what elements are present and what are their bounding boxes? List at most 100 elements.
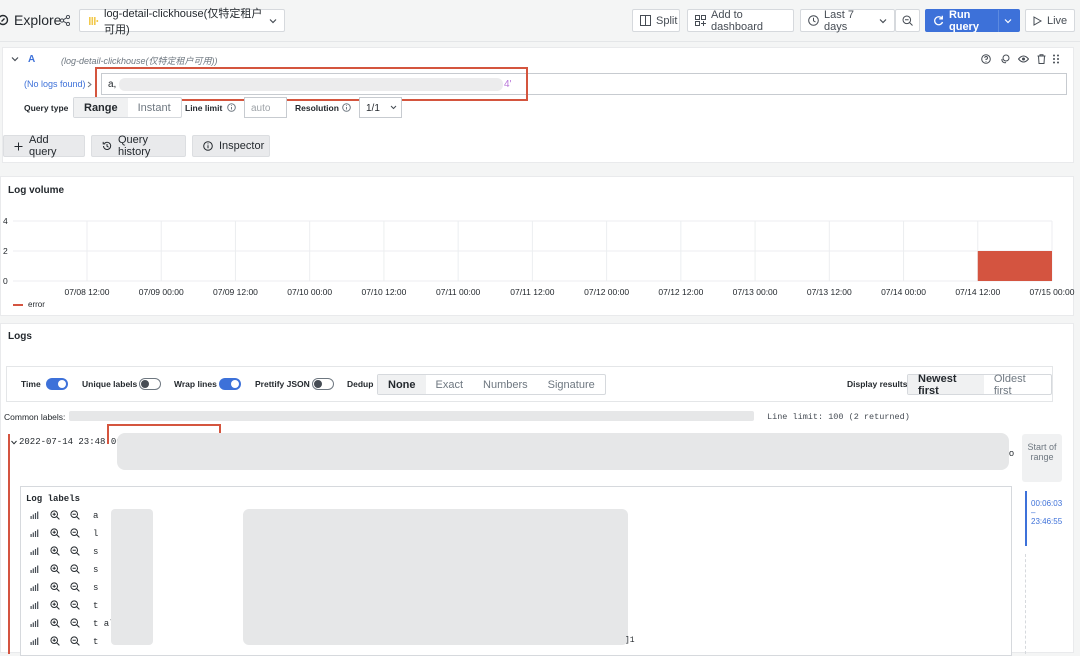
dedup-exact[interactable]: Exact <box>426 375 474 394</box>
expand-chevron-icon[interactable] <box>11 440 17 445</box>
legend-label-error[interactable]: error <box>28 300 45 309</box>
zoom-in-filter-icon[interactable] <box>50 528 60 540</box>
zoom-out-filter-icon[interactable] <box>70 528 80 540</box>
resolution-value: 1/1 <box>366 103 380 114</box>
logs-title: Logs <box>8 331 32 342</box>
run-query-button[interactable]: Run query <box>925 8 1020 33</box>
inspector-button[interactable]: Inspector <box>192 135 270 157</box>
eye-icon[interactable] <box>1018 55 1029 63</box>
log-labels-box: Log labels acles1s1s5tpt alPadID3t/ ]1 <box>20 486 1012 656</box>
live-label: Live <box>1047 14 1068 27</box>
x-tick-label: 07/11 12:00 <box>510 287 555 297</box>
stats-icon[interactable] <box>30 565 39 575</box>
stats-icon[interactable] <box>30 529 39 539</box>
range-option[interactable]: Range <box>74 98 128 117</box>
x-tick-label: 07/11 00:00 <box>436 287 481 297</box>
no-logs-found-label[interactable]: (No logs found) <box>24 79 86 89</box>
wrap-lines-toggle[interactable] <box>219 378 241 390</box>
range-indicator[interactable]: 00:06:03 – 23:46:55 <box>1025 491 1065 546</box>
time-toggle[interactable] <box>46 378 68 390</box>
zoom-in-filter-icon[interactable] <box>50 636 60 648</box>
stats-icon[interactable] <box>30 601 39 611</box>
stats-icon[interactable] <box>30 637 39 647</box>
info-icon <box>342 103 351 112</box>
top-bar: Explore log-detail-clickhouse(仅特定租户可用) S… <box>0 0 1080 42</box>
zoom-out-filter-icon[interactable] <box>70 510 80 522</box>
zoom-in-filter-icon[interactable] <box>50 600 60 612</box>
dedup-none[interactable]: None <box>378 375 426 394</box>
zoom-out-button[interactable] <box>895 9 920 32</box>
share-icon[interactable] <box>60 15 70 26</box>
datasource-picker[interactable]: log-detail-clickhouse(仅特定租户可用) <box>79 8 285 36</box>
zoom-out-filter-icon[interactable] <box>70 636 80 648</box>
run-query-label: Run query <box>949 8 979 33</box>
line-limit-input[interactable]: auto <box>244 97 287 118</box>
unique-labels-toggle[interactable] <box>139 378 161 390</box>
add-query-button[interactable]: Add query <box>3 134 85 158</box>
oldest-first-option[interactable]: Oldest first <box>984 373 1051 397</box>
label-value-tail: ]1 <box>625 636 635 645</box>
stats-icon[interactable] <box>30 619 39 629</box>
query-type-selector[interactable]: Range Instant <box>73 97 182 118</box>
x-tick-label: 07/09 00:00 <box>139 287 184 297</box>
add-to-dashboard-button[interactable]: Add to dashboard <box>687 9 794 33</box>
query-letter[interactable]: A <box>28 54 35 65</box>
unique-labels-label: Unique labels <box>82 379 138 389</box>
x-tick-label: 07/13 12:00 <box>807 287 852 297</box>
instant-option[interactable]: Instant <box>128 98 181 117</box>
drag-handle-icon[interactable] <box>1052 54 1060 64</box>
zoom-in-filter-icon[interactable] <box>50 564 60 576</box>
stats-icon[interactable] <box>30 511 39 521</box>
volume-bar-error[interactable] <box>977 251 1052 281</box>
zoom-in-filter-icon[interactable] <box>50 546 60 558</box>
newest-first-option[interactable]: Newest first <box>908 373 984 397</box>
chevron-down-icon <box>390 105 397 110</box>
chevron-down-icon[interactable] <box>1004 18 1012 24</box>
log-labels-title: Log labels <box>26 494 81 504</box>
y-tick-label: 2 <box>3 246 8 256</box>
trash-icon[interactable] <box>1037 54 1046 64</box>
clock-icon <box>808 15 819 26</box>
dedup-numbers[interactable]: Numbers <box>473 375 538 394</box>
query-history-button[interactable]: Query history <box>91 134 186 158</box>
zoom-out-filter-icon[interactable] <box>70 600 80 612</box>
stats-icon[interactable] <box>30 583 39 593</box>
zoom-out-filter-icon[interactable] <box>70 618 80 630</box>
zoom-out-filter-icon[interactable] <box>70 546 80 558</box>
zoom-in-filter-icon[interactable] <box>50 618 60 630</box>
prettify-json-toggle[interactable] <box>312 378 334 390</box>
prettify-json-label: Prettify JSON <box>255 379 310 389</box>
refresh-icon <box>933 15 944 26</box>
play-icon <box>1033 15 1042 26</box>
wrap-lines-label: Wrap lines <box>174 379 217 389</box>
resolution-select[interactable]: 1/1 <box>359 97 402 118</box>
plus-icon <box>14 142 23 151</box>
y-tick-label: 0 <box>3 276 8 286</box>
x-tick-label: 07/12 00:00 <box>584 287 629 297</box>
x-tick-label: 07/13 00:00 <box>733 287 778 297</box>
x-tick-label: 07/08 12:00 <box>65 287 110 297</box>
zoom-in-filter-icon[interactable] <box>50 582 60 594</box>
clickhouse-icon <box>87 15 99 27</box>
query-datasource-hint: (log-detail-clickhouse(仅特定租户可用)) <box>61 56 218 66</box>
highlight-box-query <box>95 67 528 101</box>
zoom-out-filter-icon[interactable] <box>70 564 80 576</box>
collapse-chevron-icon[interactable] <box>11 56 19 62</box>
zoom-out-filter-icon[interactable] <box>70 582 80 594</box>
sort-order-selector[interactable]: Newest first Oldest first <box>907 373 1052 397</box>
stats-icon[interactable] <box>30 547 39 557</box>
help-icon[interactable] <box>981 54 991 64</box>
range-dash: – <box>1031 508 1036 517</box>
split-button[interactable]: Split <box>632 9 680 32</box>
zoom-in-filter-icon[interactable] <box>50 510 60 522</box>
range-track <box>1025 554 1026 654</box>
start-of-range-marker[interactable]: Start of range <box>1022 434 1062 482</box>
dedup-selector[interactable]: None Exact Numbers Signature <box>377 374 606 395</box>
dedup-signature[interactable]: Signature <box>538 375 605 394</box>
run-query-divider <box>998 9 999 32</box>
live-button[interactable]: Live <box>1025 9 1075 32</box>
duplicate-icon[interactable] <box>1000 54 1010 64</box>
time-range-picker[interactable]: Last 7 days <box>800 9 895 33</box>
add-query-label: Add query <box>29 134 57 158</box>
range-from: 00:06:03 <box>1031 499 1063 508</box>
